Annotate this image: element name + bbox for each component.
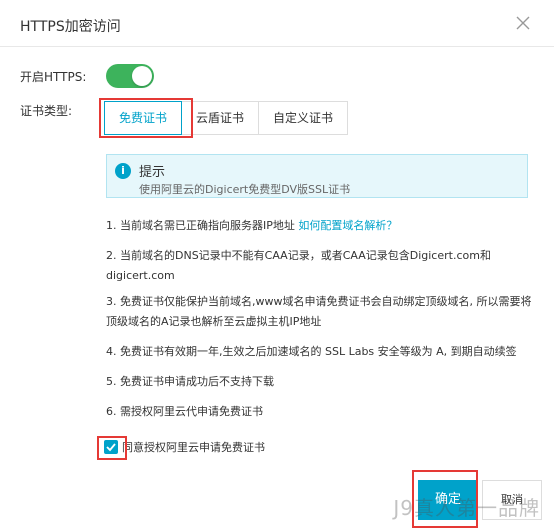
https-label: 开启HTTPS:: [20, 70, 87, 84]
note-5: 5. 免费证书申请成功后不支持下载: [106, 375, 274, 388]
info-icon: i: [115, 163, 131, 179]
note-4: 4. 免费证书有效期一年,生效之后加速域名的 SSL Labs 安全等级为 A,…: [106, 345, 517, 358]
header-divider: [0, 46, 554, 47]
tab-free-cert[interactable]: 免费证书: [104, 101, 183, 135]
https-toggle[interactable]: [106, 64, 154, 88]
tab-custom-cert[interactable]: 自定义证书: [259, 101, 349, 135]
dns-config-link[interactable]: 如何配置域名解析？: [298, 219, 397, 232]
info-desc: 使用阿里云的Digicert免费型DV版SSL证书: [139, 183, 351, 196]
agree-row: 同意授权阿里云申请免费证书: [104, 439, 265, 455]
note-1-text: 1. 当前域名需已正确指向服务器IP地址: [106, 219, 295, 232]
info-title: 提示: [139, 165, 166, 180]
close-icon[interactable]: [514, 14, 532, 32]
watermark: J9真人第一品牌: [393, 496, 540, 520]
note-2: 2. 当前域名的DNS记录中不能有CAA记录，或者CAA记录包含Digicert…: [106, 249, 491, 282]
dialog-title: HTTPS加密访问: [20, 19, 121, 35]
check-icon: [106, 443, 116, 452]
https-dialog: HTTPS加密访问 开启HTTPS: 证书类型: 免费证书 云盾证书 自定义证书…: [0, 0, 554, 531]
agree-label: 同意授权阿里云申请免费证书: [122, 441, 265, 454]
toggle-knob: [132, 66, 152, 86]
info-box: i 提示 使用阿里云的Digicert免费型DV版SSL证书: [106, 154, 528, 198]
note-6: 6. 需授权阿里云代申请免费证书: [106, 405, 263, 418]
cert-tabs: 免费证书 云盾证书 自定义证书: [104, 101, 349, 135]
tab-cloud-shield-cert[interactable]: 云盾证书: [182, 101, 260, 135]
note-3: 3. 免费证书仅能保护当前域名,www域名申请免费证书会自动绑定顶级域名, 所以…: [106, 295, 532, 328]
note-1: 1. 当前域名需已正确指向服务器IP地址 如何配置域名解析？: [106, 216, 536, 236]
cert-type-label: 证书类型:: [20, 104, 73, 118]
agree-checkbox[interactable]: [104, 440, 118, 454]
